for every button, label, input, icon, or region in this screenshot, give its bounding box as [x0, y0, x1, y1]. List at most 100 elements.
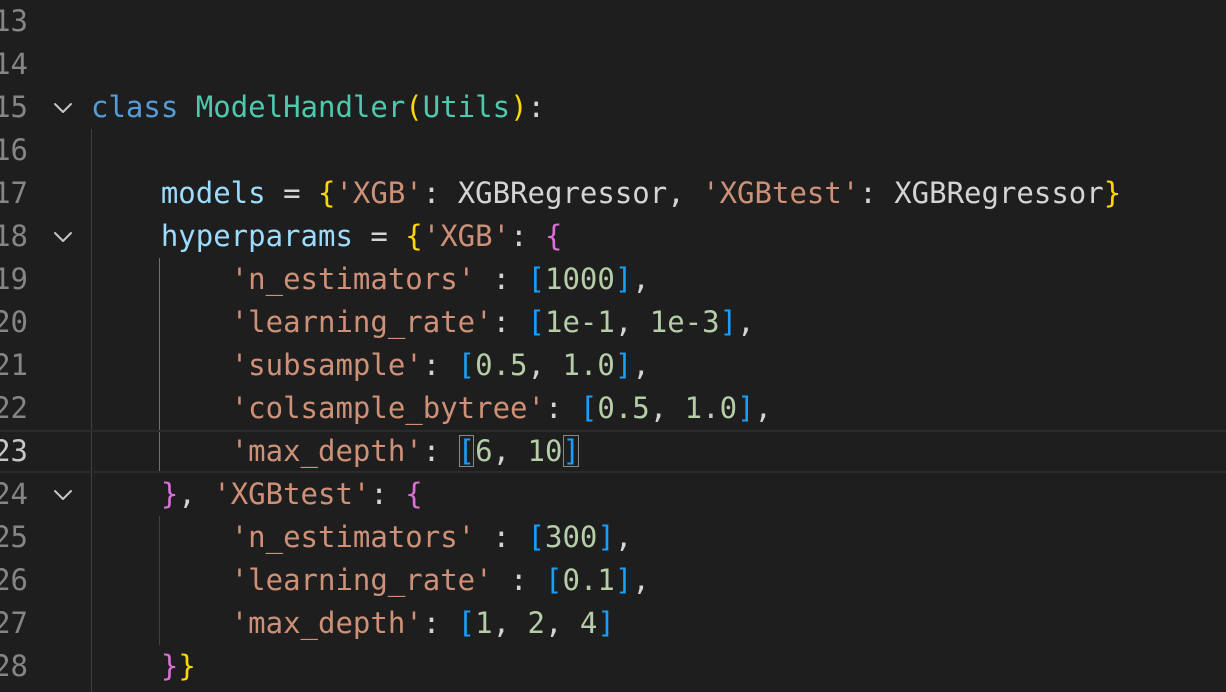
- line-number: 28: [0, 649, 28, 683]
- code-line[interactable]: 20 'learning_rate': [1e-1, 1e-3],: [0, 301, 1226, 344]
- code-line[interactable]: 17 models = {'XGB': XGBRegressor, 'XGBte…: [0, 172, 1226, 215]
- code-token: :: [492, 563, 545, 597]
- code-token: ]: [614, 563, 633, 597]
- code-text[interactable]: models = {'XGB': XGBRegressor, 'XGBtest'…: [91, 172, 1121, 215]
- code-token: [: [457, 348, 476, 382]
- code-token: 2: [527, 606, 545, 640]
- code-token: :: [475, 520, 528, 554]
- code-text[interactable]: 'learning_rate': [1e-1, 1e-3],: [91, 301, 755, 344]
- code-line[interactable]: 23 'max_depth': [6, 10]: [0, 430, 1226, 473]
- code-token: ,: [632, 563, 650, 597]
- chevron-down-icon[interactable]: [52, 215, 74, 258]
- code-text[interactable]: }, 'XGBtest': {: [91, 473, 423, 516]
- code-token: }: [160, 649, 179, 683]
- code-token: 4: [579, 606, 598, 640]
- code-token: [: [527, 520, 545, 554]
- code-token: :: [492, 305, 528, 339]
- line-number: 17: [0, 176, 28, 210]
- code-token: 'XGBtest': [702, 176, 860, 210]
- code-line[interactable]: 25 'n_estimators' : [300],: [0, 516, 1226, 559]
- line-number: 21: [0, 348, 28, 382]
- code-token: 1.0: [684, 391, 738, 425]
- code-token: ]: [597, 606, 615, 640]
- code-token: ,: [492, 434, 528, 468]
- code-line[interactable]: 15 class ModelHandler(Utils):: [0, 86, 1226, 129]
- code-text[interactable]: class ModelHandler(Utils):: [91, 86, 545, 129]
- code-line[interactable]: 21 'subsample': [0.5, 1.0],: [0, 344, 1226, 387]
- line-number: 25: [0, 520, 28, 554]
- code-text[interactable]: }}: [91, 645, 196, 688]
- code-line[interactable]: 19 'n_estimators' : [1000],: [0, 258, 1226, 301]
- code-token: 1000: [544, 262, 615, 296]
- line-number: 13: [0, 4, 28, 38]
- code-token: 'max_depth': [230, 606, 423, 640]
- code-text[interactable]: 'n_estimators' : [1000],: [91, 258, 650, 301]
- code-token: hyperparams: [160, 219, 353, 253]
- code-line[interactable]: 16: [0, 129, 1226, 172]
- code-token: ,: [492, 606, 528, 640]
- code-line[interactable]: 24 }, 'XGBtest': {: [0, 473, 1226, 516]
- bracket-match-highlight: ]: [562, 434, 580, 468]
- code-text[interactable]: 'max_depth': [1, 2, 4]: [91, 602, 615, 645]
- code-token: :: [475, 262, 528, 296]
- code-line[interactable]: 26 'learning_rate' : [0.1],: [0, 559, 1226, 602]
- line-number: 18: [0, 219, 28, 253]
- code-token: ,: [527, 348, 563, 382]
- code-token: =: [352, 219, 406, 253]
- line-number: 14: [0, 47, 28, 81]
- code-token: ,: [632, 348, 650, 382]
- code-token: 'max_depth': [230, 434, 423, 468]
- line-number: 23: [0, 434, 28, 468]
- code-text[interactable]: 'max_depth': [6, 10]: [91, 432, 580, 471]
- code-token: ,: [754, 391, 772, 425]
- code-line[interactable]: 13: [0, 0, 1226, 43]
- code-text[interactable]: 'learning_rate' : [0.1],: [91, 559, 650, 602]
- code-token: 300: [544, 520, 598, 554]
- code-line[interactable]: 18 hyperparams = {'XGB': {: [0, 215, 1226, 258]
- line-number: 20: [0, 305, 28, 339]
- code-token: 0.1: [562, 563, 615, 597]
- code-token: {: [318, 176, 336, 210]
- code-editor[interactable]: 13 14 15 class ModelHandler(Utils): 16 17 mod…: [0, 0, 1226, 692]
- code-token: 6: [475, 434, 493, 468]
- code-token: :: [370, 477, 406, 511]
- code-token: ,: [632, 262, 650, 296]
- code-text[interactable]: hyperparams = {'XGB': {: [91, 215, 563, 258]
- code-line[interactable]: 28 }}: [0, 645, 1226, 688]
- code-text[interactable]: 'n_estimators' : [300],: [91, 516, 633, 559]
- code-token: {: [545, 219, 563, 253]
- code-token: {: [405, 477, 423, 511]
- code-token: 'learning_rate': [230, 305, 493, 339]
- code-token: ]: [597, 520, 615, 554]
- code-token: :: [422, 606, 458, 640]
- code-token: =: [265, 176, 318, 210]
- chevron-down-icon[interactable]: [52, 473, 74, 516]
- code-token: {: [405, 219, 423, 253]
- code-token: 1e-1: [544, 305, 615, 339]
- code-token: 'XGB': [422, 219, 511, 253]
- code-token: [: [527, 305, 545, 339]
- code-token: class: [91, 90, 179, 124]
- code-token: 'learning_rate': [230, 563, 493, 597]
- code-text[interactable]: 'colsample_bytree': [0.5, 1.0],: [91, 387, 772, 430]
- code-line[interactable]: 14: [0, 43, 1226, 86]
- code-token: 10: [527, 434, 563, 468]
- code-token: }: [1103, 176, 1122, 210]
- bracket-match-highlight: [: [457, 434, 476, 468]
- line-number: 15: [0, 90, 28, 124]
- chevron-down-icon[interactable]: [52, 86, 74, 129]
- code-token: ,: [649, 391, 685, 425]
- code-line[interactable]: 22 'colsample_bytree': [0.5, 1.0],: [0, 387, 1226, 430]
- code-token: ]: [614, 262, 633, 296]
- code-text[interactable]: 'subsample': [0.5, 1.0],: [91, 344, 650, 387]
- line-number: 24: [0, 477, 28, 511]
- code-token: [: [527, 262, 545, 296]
- code-token: }: [160, 477, 179, 511]
- code-line[interactable]: 27 'max_depth': [1, 2, 4]: [0, 602, 1226, 645]
- code-token: 'n_estimators': [230, 262, 476, 296]
- code-token: :: [422, 434, 458, 468]
